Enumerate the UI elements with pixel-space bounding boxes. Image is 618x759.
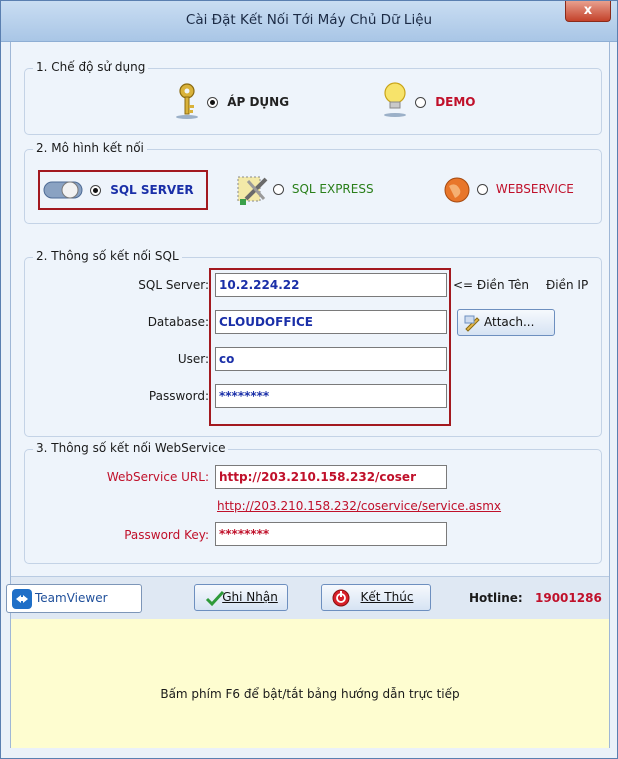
close-button[interactable]: x: [565, 1, 611, 22]
webservice-radio-dot[interactable]: [477, 184, 488, 195]
sql-express-label: SQL EXPRESS: [291, 182, 374, 196]
dialog-window: Cài Đặt Kết Nối Tới Máy Chủ Dữ Liệu x 1.…: [0, 0, 618, 759]
sql-server-input[interactable]: 10.2.224.22: [215, 273, 447, 297]
teamviewer-button[interactable]: TeamViewer: [6, 584, 142, 613]
power-icon: [332, 589, 350, 616]
footer-bar: TeamViewer Ghi Nhận Kết Thúc Hotline: 19…: [6, 576, 609, 620]
webservice-label: WEBSERVICE: [495, 182, 574, 196]
apply-label: ÁP DỤNG: [227, 95, 290, 109]
checkmark-icon: [205, 589, 225, 616]
dialog-body: 1. Chế độ sử dụng ÁP DỤNG DEMO 2. Mô hìn…: [6, 42, 610, 748]
hotline-number: 19001286: [535, 591, 602, 605]
demo-radio-dot[interactable]: [415, 97, 426, 108]
exit-button[interactable]: Kết Thúc: [321, 584, 431, 611]
mode-group-title: 1. Chế độ sử dụng: [33, 60, 149, 74]
globe-icon: [443, 176, 471, 207]
teamviewer-label: TeamViewer: [35, 591, 108, 605]
fill-name-hint[interactable]: <= Điền Tên: [453, 278, 529, 292]
password-key-label: Password Key:: [124, 528, 209, 542]
sql-server-label: SQL SERVER: [110, 183, 194, 197]
database-field-label: Database:: [147, 315, 209, 329]
webservice-radio[interactable]: WEBSERVICE: [477, 182, 574, 196]
password-field-label: Password:: [148, 389, 209, 403]
help-panel: Bấm phím F6 để bật/tắt bảng hướng dẫn tr…: [11, 619, 609, 748]
demo-radio[interactable]: DEMO: [415, 95, 476, 109]
fill-ip-hint[interactable]: Điền IP: [546, 278, 588, 292]
sql-params-group-title: 2. Thông số kết nối SQL: [33, 249, 182, 263]
sql-server-field-label: SQL Server:: [138, 278, 209, 292]
title-bar[interactable]: Cài Đặt Kết Nối Tới Máy Chủ Dữ Liệu x: [1, 1, 617, 42]
exit-label: Kết Thúc: [360, 590, 414, 604]
database-input[interactable]: CLOUDOFFICE: [215, 310, 447, 334]
lightbulb-icon: [382, 81, 408, 122]
apply-radio[interactable]: ÁP DỤNG: [207, 95, 289, 109]
window-title: Cài Đặt Kết Nối Tới Máy Chủ Dữ Liệu: [185, 12, 433, 28]
teamviewer-icon: [12, 589, 32, 619]
connection-group: 2. Mô hình kết nối SQL SERVER SQL EXPRES…: [24, 141, 602, 224]
help-text: Bấm phím F6 để bật/tắt bảng hướng dẫn tr…: [160, 687, 460, 701]
save-button[interactable]: Ghi Nhận: [194, 584, 288, 611]
user-field-label: User:: [177, 352, 209, 366]
attach-icon: [463, 314, 481, 341]
webservice-url-label: WebService URL:: [106, 470, 209, 484]
key-icon: [173, 82, 201, 123]
sql-params-group: 2. Thông số kết nối SQL SQL Server: 10.2…: [24, 249, 602, 437]
password-input[interactable]: ********: [215, 384, 447, 408]
sql-server-radio-dot[interactable]: [90, 185, 101, 196]
webservice-url-link[interactable]: http://203.210.158.232/coservice/service…: [217, 499, 501, 513]
sql-express-radio-dot[interactable]: [273, 184, 284, 195]
mode-group: 1. Chế độ sử dụng ÁP DỤNG DEMO: [24, 60, 602, 135]
sql-server-option[interactable]: SQL SERVER: [38, 170, 208, 210]
user-input[interactable]: co: [215, 347, 447, 371]
sql-express-icon: [236, 173, 270, 210]
webservice-params-group-title: 3. Thông số kết nối WebService: [33, 441, 229, 455]
toggle-icon: [43, 180, 85, 203]
sql-express-radio[interactable]: SQL EXPRESS: [273, 182, 374, 196]
attach-label: Attach...: [484, 315, 535, 329]
save-label: Ghi Nhận: [222, 590, 278, 604]
webservice-url-input[interactable]: http://203.210.158.232/coser: [215, 465, 447, 489]
apply-radio-dot[interactable]: [207, 97, 218, 108]
hotline-label: Hotline:: [469, 591, 523, 605]
connection-group-title: 2. Mô hình kết nối: [33, 141, 147, 155]
attach-button[interactable]: Attach...: [457, 309, 555, 336]
sql-server-radio[interactable]: SQL SERVER: [90, 183, 194, 197]
password-key-input[interactable]: ********: [215, 522, 447, 546]
demo-label: DEMO: [435, 95, 476, 109]
webservice-params-group: 3. Thông số kết nối WebService WebServic…: [24, 441, 602, 564]
